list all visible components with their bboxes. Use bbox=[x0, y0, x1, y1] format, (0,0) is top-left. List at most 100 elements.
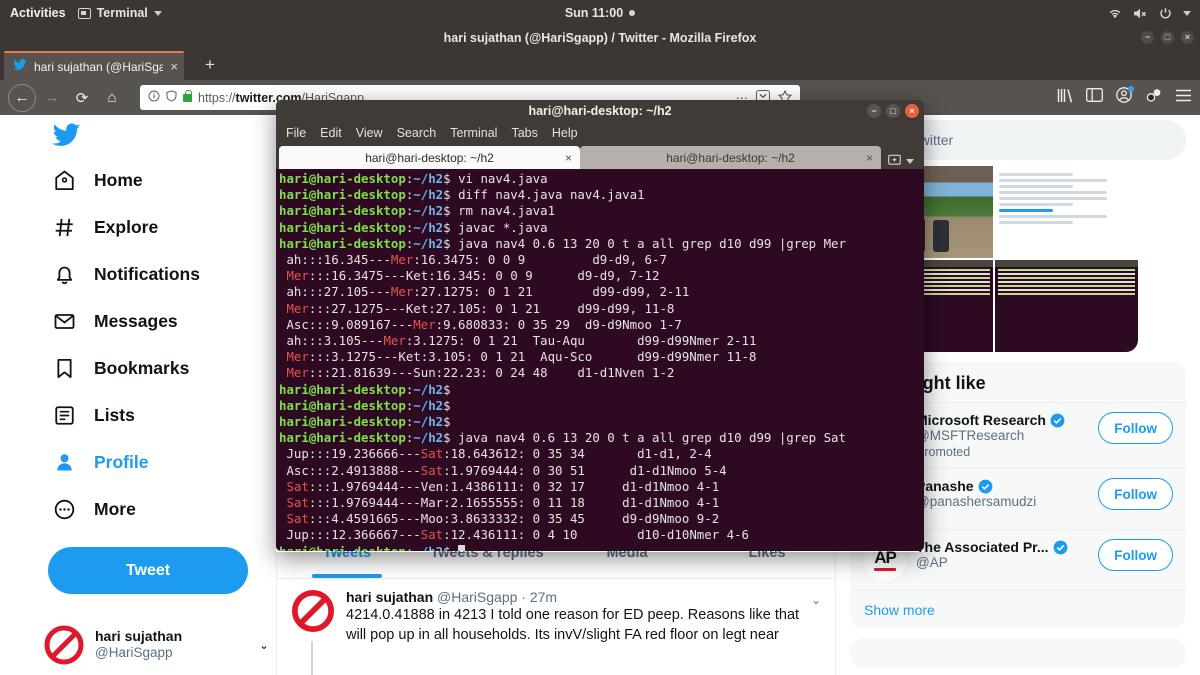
home-button[interactable]: ⌂ bbox=[98, 84, 126, 112]
tweet-button[interactable]: Tweet bbox=[48, 547, 248, 594]
wifi-icon[interactable] bbox=[1108, 8, 1122, 19]
volume-muted-icon[interactable] bbox=[1133, 7, 1148, 20]
sidebar-item-lists[interactable]: Lists bbox=[0, 392, 276, 439]
close-button[interactable]: × bbox=[905, 104, 919, 118]
menu-tabs[interactable]: Tabs bbox=[511, 126, 537, 140]
terminal-tab-title: hari@hari-desktop: ~/h2 bbox=[666, 150, 795, 165]
close-icon[interactable]: × bbox=[565, 151, 572, 165]
follow-button[interactable]: Follow bbox=[1098, 539, 1173, 571]
chevron-down-icon[interactable] bbox=[906, 158, 914, 164]
sidebar-item-notifications[interactable]: Notifications bbox=[0, 251, 276, 298]
terminal-menubar[interactable]: File Edit View Search Terminal Tabs Help bbox=[276, 122, 924, 144]
twitter-bird-icon bbox=[13, 59, 27, 74]
media-thumbnail-terminal[interactable] bbox=[995, 260, 1138, 352]
close-icon[interactable]: × bbox=[170, 59, 178, 74]
terminal-line: hari@hari-desktop:~/h2$ rm nav4.java1 bbox=[279, 203, 556, 219]
verified-badge-icon bbox=[1053, 540, 1068, 555]
power-icon[interactable] bbox=[1159, 7, 1172, 20]
sidebar-item-label: Lists bbox=[94, 405, 135, 425]
firefox-tab-strip: hari sujathan (@HariSga × + bbox=[0, 49, 1200, 80]
lock-icon[interactable] bbox=[183, 89, 192, 102]
chevron-down-icon[interactable] bbox=[1183, 10, 1191, 16]
firefox-toolbar-icons[interactable] bbox=[1043, 86, 1192, 108]
media-thumbnail-tweet[interactable] bbox=[995, 166, 1138, 258]
envelope-icon bbox=[52, 310, 76, 334]
new-tab-button[interactable]: + bbox=[198, 55, 222, 75]
show-more-link[interactable]: Show more bbox=[850, 590, 1186, 629]
avatar bbox=[44, 625, 84, 665]
sidebar-item-messages[interactable]: Messages bbox=[0, 298, 276, 345]
minimize-button[interactable]: − bbox=[867, 104, 881, 118]
sidebar-item-home[interactable]: Home bbox=[0, 157, 276, 204]
reload-button[interactable]: ⟳ bbox=[68, 84, 96, 112]
tweet-item[interactable]: hari sujathan @HariSgapp · 27m 4214.0.41… bbox=[277, 579, 837, 675]
terminal-tab[interactable]: hari@hari-desktop: ~/h2 × bbox=[279, 146, 580, 169]
browser-tab[interactable]: hari sujathan (@HariSga × bbox=[4, 51, 184, 80]
maximize-button[interactable]: □ bbox=[886, 104, 900, 118]
maximize-button[interactable]: □ bbox=[1161, 31, 1174, 44]
follow-suggestion-handle: @panashersamudzi bbox=[916, 494, 1037, 509]
topbar-app-menu[interactable]: Terminal bbox=[77, 6, 162, 20]
new-tab-icon[interactable] bbox=[888, 153, 901, 169]
minimize-button[interactable]: − bbox=[1141, 31, 1154, 44]
activities-button[interactable]: Activities bbox=[0, 6, 78, 20]
more-circle-icon bbox=[52, 498, 76, 522]
chevron-down-icon bbox=[153, 10, 162, 16]
chevron-down-icon[interactable]: ⌄ bbox=[259, 638, 269, 652]
clock[interactable]: Sun 11:00 bbox=[0, 6, 1200, 20]
account-text: hari sujathan @HariSgapp bbox=[95, 628, 182, 662]
avatar[interactable] bbox=[291, 589, 335, 633]
terminal-window[interactable]: hari@hari-desktop: ~/h2 − □ × File Edit … bbox=[276, 100, 924, 552]
terminal-window-controls[interactable]: − □ × bbox=[867, 104, 919, 118]
menu-help[interactable]: Help bbox=[552, 126, 578, 140]
terminal-line: Mer:::16.3475---Ket:16.345: 0 0 9 d9-d9,… bbox=[286, 268, 660, 284]
system-status-area[interactable] bbox=[1108, 7, 1200, 20]
sidebar-icon[interactable] bbox=[1086, 88, 1103, 107]
menu-edit[interactable]: Edit bbox=[320, 126, 342, 140]
follow-suggestion-name: The Associated Pr... bbox=[916, 539, 1049, 555]
terminal-cursor bbox=[458, 544, 466, 551]
tweet-menu-icon[interactable]: ⌄ bbox=[811, 593, 821, 607]
account-icon[interactable] bbox=[1116, 86, 1134, 108]
terminal-line: Mer:::27.1275---Ket:27.105: 0 1 21 d99-d… bbox=[286, 300, 675, 316]
menu-view[interactable]: View bbox=[356, 126, 383, 140]
sidebar-item-more[interactable]: More bbox=[0, 486, 276, 533]
screen-root: Activities Terminal Sun 11:00 hari sujat… bbox=[0, 0, 1200, 675]
containers-icon[interactable] bbox=[1145, 88, 1162, 107]
bell-icon bbox=[52, 263, 76, 287]
terminal-line: Sat:::4.4591665---Moo:3.8633332: 0 35 45… bbox=[286, 511, 720, 527]
terminal-tab[interactable]: hari@hari-desktop: ~/h2 × bbox=[580, 146, 881, 169]
sidebar-item-profile[interactable]: Profile bbox=[0, 439, 276, 486]
account-switcher[interactable]: hari sujathan @HariSgapp ⌄ bbox=[44, 625, 269, 665]
menu-search[interactable]: Search bbox=[397, 126, 437, 140]
info-icon[interactable] bbox=[148, 90, 160, 105]
sidebar-item-bookmarks[interactable]: Bookmarks bbox=[0, 345, 276, 392]
terminal-line: ah:::3.105---Mer:3.1275: 0 1 21 Tau-Aqu … bbox=[279, 333, 757, 349]
library-icon[interactable] bbox=[1057, 88, 1073, 108]
thread-connector bbox=[311, 641, 313, 675]
terminal-line: Jup:::12.366667---Sat:12.436111: 0 4 10 … bbox=[279, 527, 749, 543]
hamburger-menu-icon[interactable] bbox=[1175, 89, 1192, 107]
tweet-author: hari sujathan bbox=[346, 589, 434, 605]
twitter-sidebar: Home Explore Notifications Messages Book… bbox=[0, 115, 276, 675]
forward-button[interactable]: → bbox=[38, 84, 66, 112]
account-name: hari sujathan bbox=[95, 627, 183, 644]
shield-icon[interactable] bbox=[166, 90, 177, 105]
follow-button[interactable]: Follow bbox=[1098, 412, 1173, 444]
terminal-line: hari@hari-desktop:~/h2$ bbox=[279, 414, 451, 430]
terminal-tab-controls[interactable] bbox=[881, 153, 921, 169]
close-button[interactable]: × bbox=[1181, 31, 1194, 44]
gnome-top-bar: Activities Terminal Sun 11:00 bbox=[0, 0, 1200, 26]
twitter-bird-logo[interactable] bbox=[52, 123, 276, 153]
menu-file[interactable]: File bbox=[286, 126, 306, 140]
terminal-line: hari@hari-desktop:~/h2$ diff nav4.java n… bbox=[279, 187, 645, 203]
menu-terminal[interactable]: Terminal bbox=[450, 126, 497, 140]
sidebar-item-label: Bookmarks bbox=[94, 358, 190, 378]
follow-button[interactable]: Follow bbox=[1098, 478, 1173, 510]
firefox-window-controls[interactable]: − □ × bbox=[1141, 26, 1194, 49]
firefox-window-title: hari sujathan (@HariSgapp) / Twitter - M… bbox=[443, 30, 757, 45]
close-icon[interactable]: × bbox=[866, 151, 873, 165]
back-button[interactable]: ← bbox=[8, 83, 36, 112]
sidebar-item-explore[interactable]: Explore bbox=[0, 204, 276, 251]
terminal-output[interactable]: hari@hari-desktop:~/h2$ vi nav4.java hari… bbox=[276, 169, 924, 551]
